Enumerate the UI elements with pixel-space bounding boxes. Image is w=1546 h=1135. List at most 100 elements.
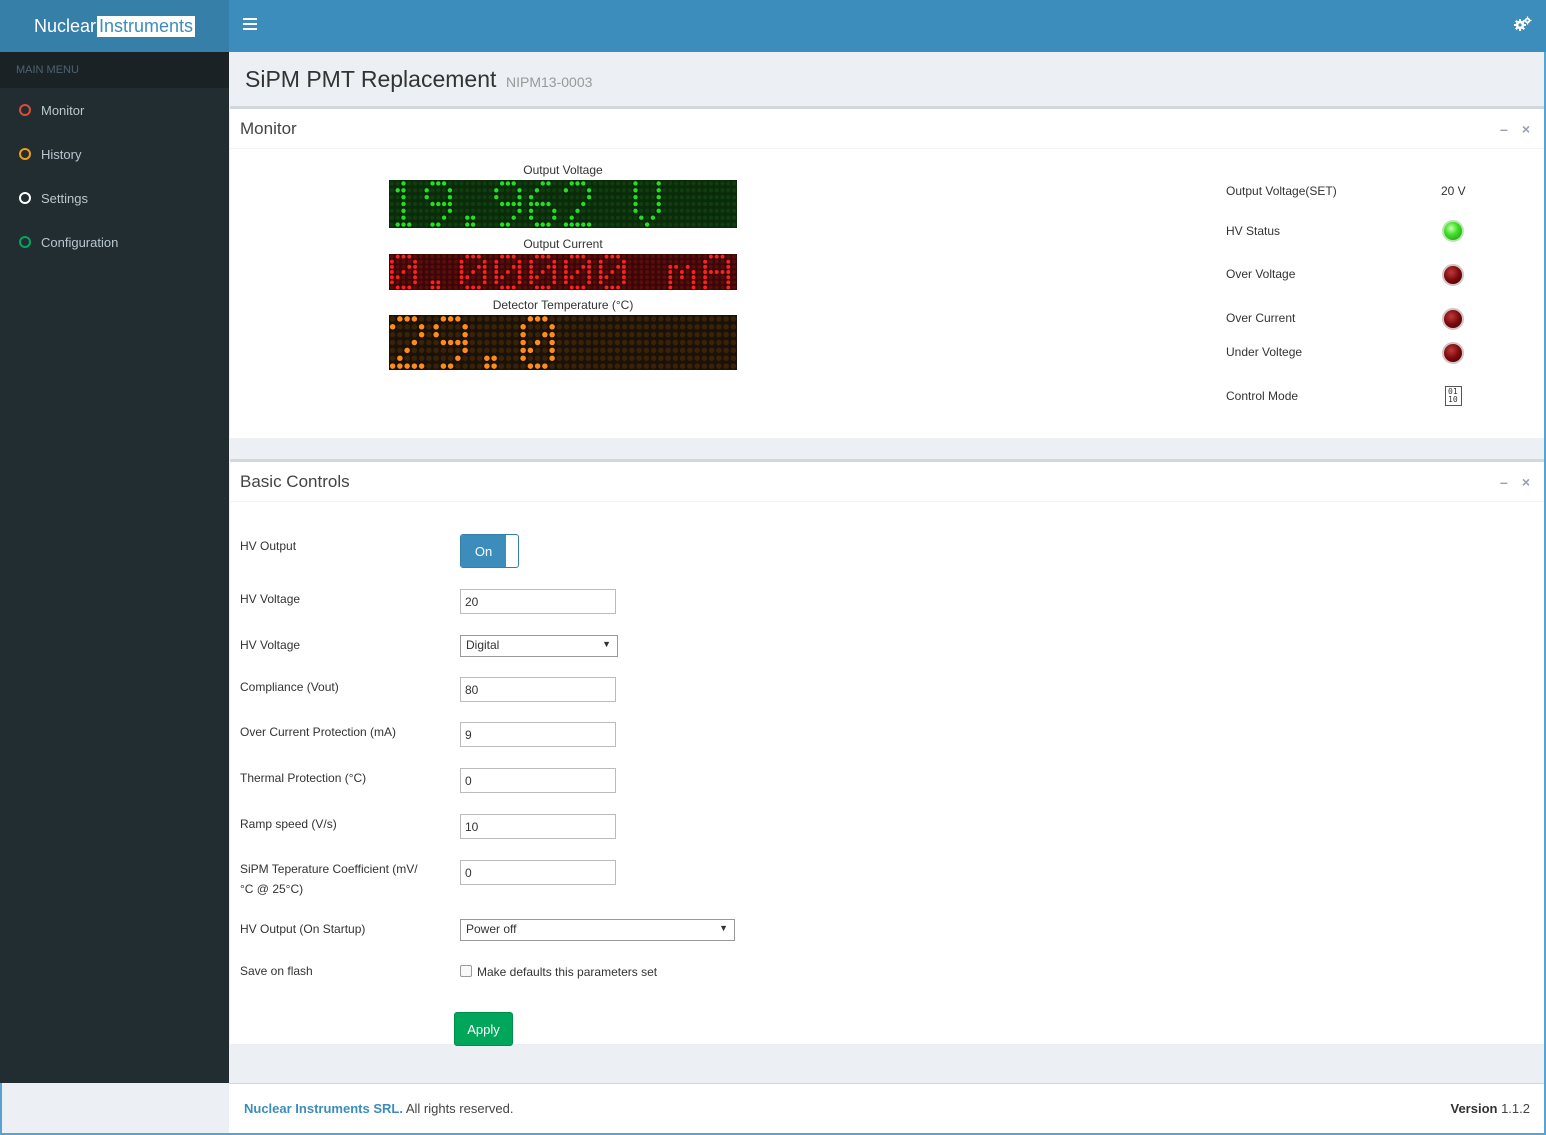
led-dot-on bbox=[517, 270, 522, 274]
led-dot-on bbox=[459, 275, 464, 280]
led-dot-off bbox=[708, 355, 715, 361]
led-dot-off bbox=[540, 194, 545, 200]
hv-voltage-input[interactable] bbox=[460, 589, 616, 614]
led-dot-off bbox=[639, 201, 644, 207]
led-dot-off bbox=[621, 324, 628, 330]
led-dot-off bbox=[610, 215, 615, 220]
led-dot-off bbox=[505, 316, 512, 322]
led-dot-off bbox=[476, 208, 482, 214]
hv-output-toggle[interactable]: On bbox=[460, 534, 519, 568]
led-dot-off bbox=[575, 264, 580, 269]
led-dot-off bbox=[629, 363, 635, 369]
led-dot-off bbox=[462, 363, 468, 369]
led-dot-on bbox=[407, 285, 412, 290]
led-dot-off bbox=[592, 324, 599, 330]
thermal-protection-input[interactable] bbox=[460, 768, 616, 793]
led-dot-on bbox=[552, 264, 557, 269]
logo[interactable]: Nuclear Instruments bbox=[0, 0, 229, 52]
led-dot-off bbox=[488, 275, 493, 280]
apply-button[interactable]: Apply bbox=[454, 1012, 513, 1046]
led-dot-on bbox=[447, 339, 454, 346]
led-dot-off bbox=[592, 331, 599, 338]
sidebar-item-configuration[interactable]: Configuration bbox=[0, 220, 229, 264]
led-dot-off bbox=[723, 316, 729, 322]
led-dot-on bbox=[397, 316, 403, 322]
led-dot-off bbox=[585, 347, 592, 354]
startup-select[interactable]: Power off ▼ bbox=[460, 919, 735, 941]
led-dot-off bbox=[650, 201, 656, 207]
close-icon[interactable]: × bbox=[1522, 121, 1530, 137]
led-dot-off bbox=[430, 259, 435, 264]
led-dot-off bbox=[575, 259, 580, 264]
led-dot-off bbox=[505, 347, 512, 354]
led-dot-off bbox=[636, 363, 642, 369]
led-dot-off bbox=[440, 347, 447, 354]
monitor-box: Monitor – × Output Voltage Output Curren… bbox=[230, 106, 1544, 438]
led-dot-off bbox=[629, 324, 635, 330]
over-current-protection-input[interactable] bbox=[460, 722, 616, 747]
led-dot-on bbox=[389, 280, 394, 285]
ramp-speed-input[interactable] bbox=[460, 814, 616, 839]
led-dot-on bbox=[714, 270, 719, 274]
led-dot-off bbox=[627, 264, 632, 269]
led-dot-off bbox=[701, 347, 708, 354]
led-dot-off bbox=[679, 280, 684, 285]
led-dot-off bbox=[412, 194, 418, 200]
led-dot-off bbox=[494, 215, 499, 220]
startup-label: HV Output (On Startup) bbox=[240, 922, 366, 936]
led-dot-off bbox=[581, 215, 586, 220]
led-dot-off bbox=[629, 347, 635, 354]
led-dot-off bbox=[498, 347, 505, 354]
led-dot-off bbox=[498, 316, 505, 322]
collapse-icon[interactable]: – bbox=[1500, 121, 1508, 137]
led-dot-off bbox=[600, 347, 606, 354]
led-dot-off bbox=[658, 331, 664, 338]
led-dot-off bbox=[471, 280, 476, 285]
led-dot-on bbox=[587, 264, 592, 269]
hamburger-icon[interactable] bbox=[243, 18, 257, 30]
sidebar-item-monitor[interactable]: Monitor bbox=[0, 88, 229, 132]
led-dot-off bbox=[517, 181, 522, 186]
led-dot-on bbox=[656, 201, 661, 207]
led-dot-off bbox=[505, 215, 511, 220]
led-dot-off bbox=[500, 270, 505, 274]
sidebar-item-history[interactable]: History bbox=[0, 132, 229, 176]
led-dot-on bbox=[656, 194, 661, 200]
led-dot-off bbox=[702, 181, 708, 186]
led-dot-on bbox=[569, 215, 574, 220]
footer-company-link[interactable]: Nuclear Instruments SRL. bbox=[244, 1101, 403, 1116]
led-dot-off bbox=[488, 254, 493, 259]
led-dot-off bbox=[469, 347, 476, 354]
led-dot-off bbox=[395, 280, 400, 285]
save-defaults-checkbox-label[interactable]: Make defaults this parameters set bbox=[477, 965, 657, 979]
collapse-icon[interactable]: – bbox=[1500, 474, 1508, 490]
led-dot-off bbox=[505, 363, 512, 369]
gears-icon[interactable] bbox=[1514, 16, 1532, 37]
led-dot-off bbox=[665, 363, 671, 369]
tempco-input[interactable] bbox=[460, 860, 616, 885]
led-dot-off bbox=[639, 275, 644, 280]
led-dot-off bbox=[546, 194, 551, 200]
sidebar-item-settings[interactable]: Settings bbox=[0, 176, 229, 220]
led-dot-off bbox=[662, 208, 667, 214]
led-dot-off bbox=[491, 347, 497, 354]
led-dot-off bbox=[401, 264, 406, 269]
close-icon[interactable]: × bbox=[1522, 474, 1530, 490]
led-dot-on bbox=[404, 347, 410, 354]
hv-voltage-mode-select[interactable]: Digital ▼ bbox=[460, 635, 618, 657]
led-dot-off bbox=[418, 285, 423, 290]
led-dot-off bbox=[447, 285, 452, 290]
led-dot-off bbox=[636, 339, 642, 346]
led-dot-off bbox=[639, 264, 644, 269]
led-dot-off bbox=[418, 188, 424, 193]
led-dot-on bbox=[430, 222, 435, 227]
led-dot-off bbox=[511, 259, 516, 264]
led-dot-off bbox=[694, 331, 700, 338]
led-dot-off bbox=[604, 201, 609, 207]
save-defaults-checkbox[interactable] bbox=[460, 965, 472, 977]
compliance-input[interactable] bbox=[460, 677, 616, 702]
led-dot-off bbox=[523, 181, 528, 186]
tempco-label-line1: SiPM Teperature Coefficient (mV/ bbox=[240, 862, 418, 876]
led-dot-off bbox=[708, 275, 713, 280]
led-dot-off bbox=[430, 194, 435, 200]
